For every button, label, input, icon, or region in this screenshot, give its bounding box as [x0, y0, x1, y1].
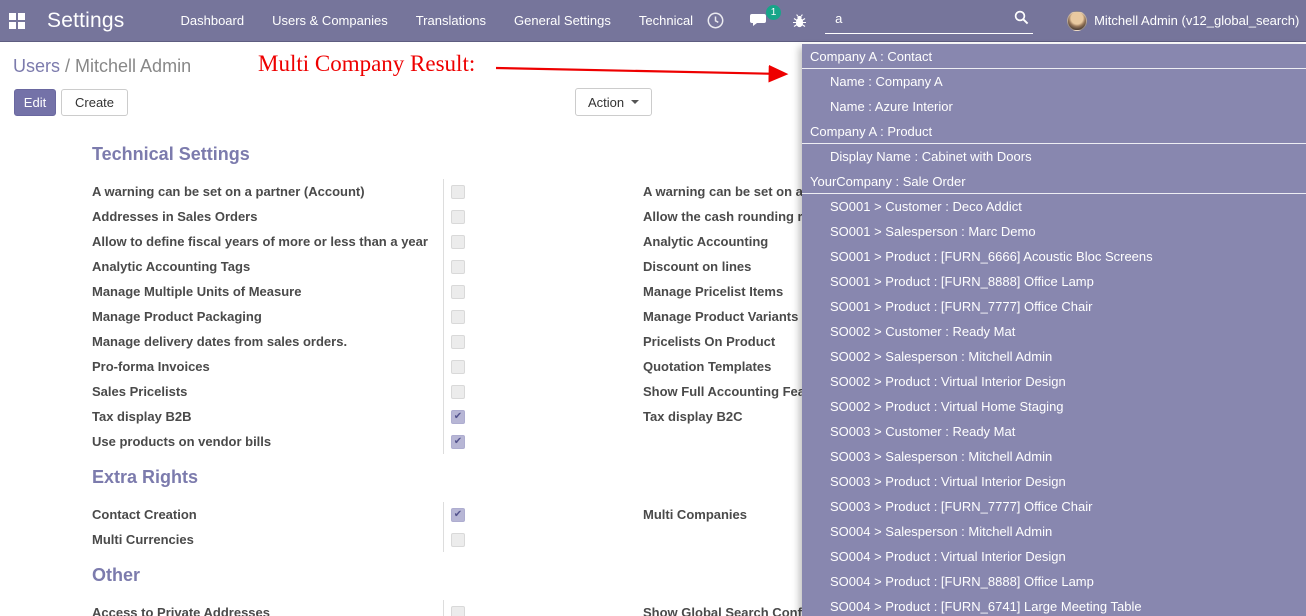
search-result-item[interactable]: SO003 > Product : Virtual Interior Desig…: [802, 469, 1306, 494]
app-title[interactable]: Settings: [47, 9, 124, 33]
checkbox-cell: [443, 254, 643, 279]
search-result-item[interactable]: SO002 > Product : Virtual Home Staging: [802, 394, 1306, 419]
setting-label: Tax display B2B: [92, 409, 443, 424]
breadcrumb-separator: /: [60, 56, 75, 76]
breadcrumb-current: Mitchell Admin: [75, 56, 191, 76]
search-result-item[interactable]: SO002 > Salesperson : Mitchell Admin: [802, 344, 1306, 369]
checkbox[interactable]: [451, 606, 465, 616]
search-result-item[interactable]: Name : Company A: [802, 69, 1306, 94]
setting-label: Allow to define fiscal years of more or …: [92, 234, 443, 249]
search-result-item[interactable]: SO004 > Product : [FURN_8888] Office Lam…: [802, 569, 1306, 594]
checkbox-cell: [443, 229, 643, 254]
search-result-item[interactable]: SO003 > Salesperson : Mitchell Admin: [802, 444, 1306, 469]
search-group-header: YourCompany : Sale Order: [802, 169, 1306, 194]
search-result-item[interactable]: SO001 > Product : [FURN_7777] Office Cha…: [802, 294, 1306, 319]
create-button[interactable]: Create: [61, 89, 128, 116]
checkbox-cell: [443, 404, 643, 429]
setting-label: Analytic Accounting Tags: [92, 259, 443, 274]
checkbox[interactable]: [451, 310, 465, 324]
action-label: Action: [588, 95, 624, 110]
debug-button[interactable]: [792, 13, 807, 29]
checkbox-cell: [443, 279, 643, 304]
search-result-item[interactable]: SO003 > Customer : Ready Mat: [802, 419, 1306, 444]
checkbox-cell: [443, 179, 643, 204]
search-result-item[interactable]: Display Name : Cabinet with Doors: [802, 144, 1306, 169]
search-result-item[interactable]: SO003 > Product : [FURN_7777] Office Cha…: [802, 494, 1306, 519]
clock-icon: [707, 12, 724, 29]
search-result-item[interactable]: SO001 > Salesperson : Marc Demo: [802, 219, 1306, 244]
nav-item-dashboard[interactable]: Dashboard: [166, 0, 258, 42]
nav-item-users-companies[interactable]: Users & Companies: [258, 0, 402, 42]
global-search: [825, 8, 1033, 34]
checkbox[interactable]: [451, 385, 465, 399]
search-result-item[interactable]: SO004 > Salesperson : Mitchell Admin: [802, 519, 1306, 544]
user-menu[interactable]: Mitchell Admin (v12_global_search): [1094, 13, 1299, 28]
global-search-input[interactable]: [825, 8, 1033, 34]
messages-button[interactable]: 1: [750, 12, 770, 29]
setting-label: Pro-forma Invoices: [92, 359, 443, 374]
setting-label: Access to Private Addresses: [92, 605, 443, 616]
checkbox-cell: [443, 502, 643, 527]
setting-label: A warning can be set on a partner (Accou…: [92, 184, 443, 199]
edit-button[interactable]: Edit: [14, 89, 56, 116]
message-count-badge: 1: [766, 5, 781, 20]
activities-button[interactable]: [707, 12, 724, 29]
checkbox[interactable]: [451, 285, 465, 299]
checkbox-cell: [443, 600, 643, 616]
checkbox[interactable]: [451, 210, 465, 224]
action-dropdown-button[interactable]: Action: [575, 88, 652, 116]
annotation-text: Multi Company Result:: [258, 51, 475, 77]
checkbox-cell: [443, 204, 643, 229]
checkbox[interactable]: [451, 435, 465, 449]
setting-label: Multi Currencies: [92, 532, 443, 547]
checkbox[interactable]: [451, 533, 465, 547]
search-result-item[interactable]: SO004 > Product : Virtual Interior Desig…: [802, 544, 1306, 569]
search-result-item[interactable]: SO001 > Product : [FURN_6666] Acoustic B…: [802, 244, 1306, 269]
setting-label: Manage Multiple Units of Measure: [92, 284, 443, 299]
user-avatar[interactable]: [1067, 11, 1087, 31]
checkbox[interactable]: [451, 260, 465, 274]
setting-label: Addresses in Sales Orders: [92, 209, 443, 224]
setting-label: Manage delivery dates from sales orders.: [92, 334, 443, 349]
checkbox-cell: [443, 379, 643, 404]
systray: 1 Mitchell Admin (v12_global_search): [707, 0, 1306, 42]
checkbox[interactable]: [451, 335, 465, 349]
checkbox-cell: [443, 329, 643, 354]
checkbox[interactable]: [451, 360, 465, 374]
apps-menu-button[interactable]: [9, 0, 25, 42]
annotation-arrow: [480, 58, 800, 84]
search-result-item[interactable]: SO004 > Product : [FURN_6741] Large Meet…: [802, 594, 1306, 616]
search-result-item[interactable]: SO002 > Product : Virtual Interior Desig…: [802, 369, 1306, 394]
checkbox-cell: [443, 354, 643, 379]
bug-icon: [792, 13, 807, 29]
search-result-item[interactable]: SO002 > Customer : Ready Mat: [802, 319, 1306, 344]
checkbox-cell: [443, 527, 643, 552]
search-result-item[interactable]: SO001 > Customer : Deco Addict: [802, 194, 1306, 219]
top-navbar: Settings DashboardUsers & CompaniesTrans…: [0, 0, 1306, 42]
nav-item-general-settings[interactable]: General Settings: [500, 0, 625, 42]
setting-label: Contact Creation: [92, 507, 443, 522]
setting-label: Sales Pricelists: [92, 384, 443, 399]
checkbox[interactable]: [451, 508, 465, 522]
checkbox[interactable]: [451, 235, 465, 249]
search-group-header: Company A : Contact: [802, 44, 1306, 69]
breadcrumb: Users / Mitchell Admin: [13, 56, 191, 77]
search-result-item[interactable]: Name : Azure Interior: [802, 94, 1306, 119]
setting-label: Manage Product Packaging: [92, 309, 443, 324]
search-result-item[interactable]: SO001 > Product : [FURN_8888] Office Lam…: [802, 269, 1306, 294]
grid-icon: [9, 13, 25, 29]
breadcrumb-link-users[interactable]: Users: [13, 56, 60, 76]
checkbox-cell: [443, 429, 643, 454]
top-menu: DashboardUsers & CompaniesTranslationsGe…: [166, 0, 707, 42]
checkbox[interactable]: [451, 185, 465, 199]
magnifier-icon[interactable]: [1014, 10, 1029, 30]
setting-label: Use products on vendor bills: [92, 434, 443, 449]
nav-item-technical[interactable]: Technical: [625, 0, 707, 42]
search-group-header: Company A : Product: [802, 119, 1306, 144]
nav-item-translations[interactable]: Translations: [402, 0, 500, 42]
checkbox[interactable]: [451, 410, 465, 424]
global-search-dropdown: Company A : ContactName : Company AName …: [802, 44, 1306, 616]
chevron-down-icon: [631, 100, 639, 104]
checkbox-cell: [443, 304, 643, 329]
